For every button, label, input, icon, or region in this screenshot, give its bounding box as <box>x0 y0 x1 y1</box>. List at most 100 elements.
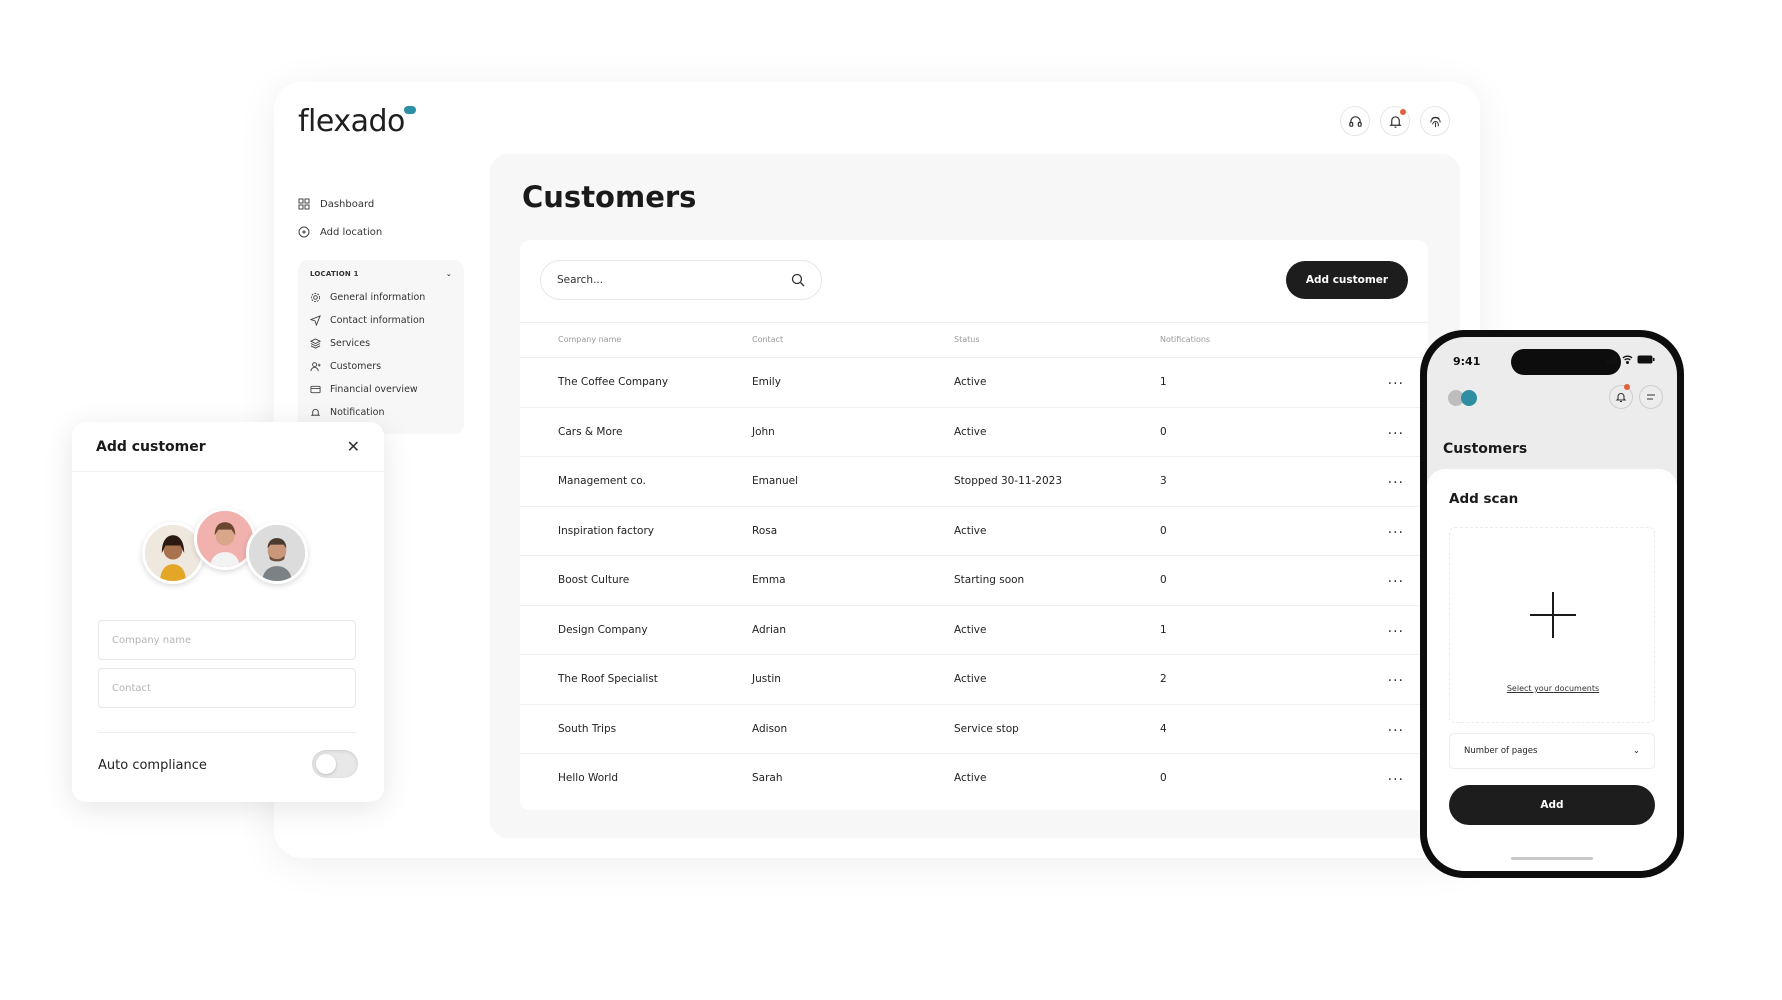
sidebar-item-general-information[interactable]: General information <box>310 286 452 309</box>
company-cell: The Roof Specialist <box>558 673 658 685</box>
row-menu-icon[interactable]: ... <box>1388 719 1404 735</box>
contact-cell: Adison <box>752 722 788 735</box>
status-cell: Active <box>954 772 987 784</box>
row-menu-icon[interactable]: ... <box>1388 372 1404 388</box>
row-menu-icon[interactable]: ... <box>1388 570 1404 586</box>
company-cell: Cars & More <box>558 425 623 438</box>
company-cell: Design Company <box>558 623 648 636</box>
notifications-cell: 1 <box>1160 376 1167 388</box>
logo-accent <box>404 106 416 114</box>
status-cell: Service stop <box>954 722 1019 735</box>
select-documents-link[interactable]: Select your documents <box>1450 684 1656 693</box>
flexado-logo[interactable]: flexado <box>298 104 405 139</box>
status-time: 9:41 <box>1453 355 1481 368</box>
company-cell: Boost Culture <box>558 574 630 586</box>
battery-icon <box>1637 355 1655 364</box>
app-logo-icon[interactable] <box>1445 389 1481 407</box>
auto-compliance-label: Auto compliance <box>98 758 207 773</box>
notifications-cell: 0 <box>1160 524 1167 537</box>
customers-card: Search... Add customer Company name Cont… <box>520 240 1428 810</box>
avatar-group <box>142 508 322 588</box>
sidebar-item-dashboard[interactable]: Dashboard <box>298 190 468 218</box>
row-menu-icon[interactable]: ... <box>1388 521 1404 537</box>
fingerprint-button[interactable] <box>1420 106 1450 136</box>
search-input[interactable]: Search... <box>557 274 791 286</box>
sidebar-item-customers[interactable]: Customers <box>310 355 452 378</box>
table-row[interactable]: Boost Culture Emma Starting soon 0... <box>520 556 1428 606</box>
row-menu-icon[interactable]: ... <box>1388 422 1404 438</box>
sidebar-item-label: Add location <box>320 226 383 238</box>
plus-icon <box>1530 592 1576 638</box>
sidebar-item-services[interactable]: Services <box>310 332 452 355</box>
row-menu-icon[interactable]: ... <box>1388 669 1404 685</box>
stage: flexado Dashboard Add location LOCATION … <box>0 0 1782 1000</box>
chevron-down-icon: ⌄ <box>1632 746 1640 756</box>
divider <box>98 732 356 733</box>
location-title: LOCATION 1 <box>310 270 359 278</box>
column-header[interactable]: Notifications <box>1160 335 1210 344</box>
phone-notifications-button[interactable] <box>1609 384 1633 409</box>
company-name-field[interactable]: Company name <box>98 620 356 660</box>
bell-icon <box>310 408 321 416</box>
sidebar-item-label: Dashboard <box>320 198 375 210</box>
notification-badge <box>1624 384 1630 390</box>
location-toggle[interactable]: LOCATION 1 ⌄ <box>310 270 452 278</box>
avatar <box>246 522 308 584</box>
location-plus-icon <box>298 226 310 238</box>
table-row[interactable]: South Trips Adison Service stop 4... <box>520 705 1428 754</box>
contact-field[interactable]: Contact <box>98 668 356 708</box>
user-plus-icon <box>310 362 321 372</box>
table-row[interactable]: Design Company Adrian Active 1... <box>520 606 1428 655</box>
add-customer-button[interactable]: Add customer <box>1286 261 1408 299</box>
desktop-window: flexado Dashboard Add location LOCATION … <box>274 82 1480 858</box>
row-menu-icon[interactable]: ... <box>1388 620 1404 636</box>
contact-cell: Emma <box>752 574 786 586</box>
company-cell: South Trips <box>558 722 617 735</box>
column-header[interactable]: Company name <box>558 335 621 344</box>
sidebar-item-notification[interactable]: Notification <box>310 401 452 424</box>
sidebar-item-contact-information[interactable]: Contact information <box>310 309 452 332</box>
table-body: The Coffee Company Emily Active 1... Cars &… <box>520 358 1428 804</box>
menu-icon <box>1647 394 1655 400</box>
company-cell: Hello World <box>558 772 619 784</box>
search-box[interactable]: Search... <box>540 260 822 300</box>
menu-button[interactable] <box>1639 385 1663 409</box>
fingerprint-icon <box>1429 116 1441 127</box>
table-row[interactable]: Cars & More John Active 0... <box>520 408 1428 457</box>
notification-badge <box>1400 109 1406 115</box>
row-menu-icon[interactable]: ... <box>1388 768 1404 784</box>
add-button[interactable]: Add <box>1449 785 1655 825</box>
status-cell: Active <box>954 425 987 438</box>
table-row[interactable]: The Roof Specialist Justin Active 2... <box>520 655 1428 705</box>
table-row[interactable]: Hello World Sarah Active 0... <box>520 754 1428 804</box>
header-actions <box>1340 106 1450 136</box>
layers-icon <box>310 338 321 349</box>
sidebar-item-label: Services <box>330 338 371 349</box>
table-row[interactable]: Management co. Emanuel Stopped 30-11-2023 3… <box>520 457 1428 507</box>
document-dropzone[interactable]: Select your documents <box>1449 527 1655 723</box>
table-header: Company name Contact Status Notification… <box>520 322 1428 358</box>
column-header[interactable]: Contact <box>752 335 783 344</box>
sheet-title: Add scan <box>1449 491 1519 507</box>
status-cell: Active <box>954 524 987 537</box>
status-cell: Starting soon <box>954 574 1025 586</box>
notifications-cell: 1 <box>1160 623 1167 636</box>
sidebar-item-financial-overview[interactable]: Financial overview <box>310 378 452 401</box>
auto-compliance-toggle[interactable] <box>312 750 358 778</box>
table-row[interactable]: Inspiration factory Rosa Active 0... <box>520 507 1428 556</box>
company-cell: Inspiration factory <box>558 524 654 537</box>
number-of-pages-select[interactable]: Number of pages ⌄ <box>1449 733 1655 769</box>
contact-cell: Emanuel <box>752 475 798 487</box>
support-button[interactable] <box>1340 106 1370 136</box>
row-menu-icon[interactable]: ... <box>1388 471 1404 487</box>
close-icon[interactable]: ✕ <box>347 437 360 456</box>
column-header[interactable]: Status <box>954 335 980 344</box>
notifications-button[interactable] <box>1380 106 1410 136</box>
card-icon <box>310 385 321 394</box>
sidebar-item-add-location[interactable]: Add location <box>298 218 468 246</box>
contact-cell: John <box>752 425 775 438</box>
status-cell: Active <box>954 623 987 636</box>
notifications-cell: 3 <box>1160 475 1167 487</box>
bell-icon <box>1388 115 1402 128</box>
table-row[interactable]: The Coffee Company Emily Active 1... <box>520 358 1428 408</box>
